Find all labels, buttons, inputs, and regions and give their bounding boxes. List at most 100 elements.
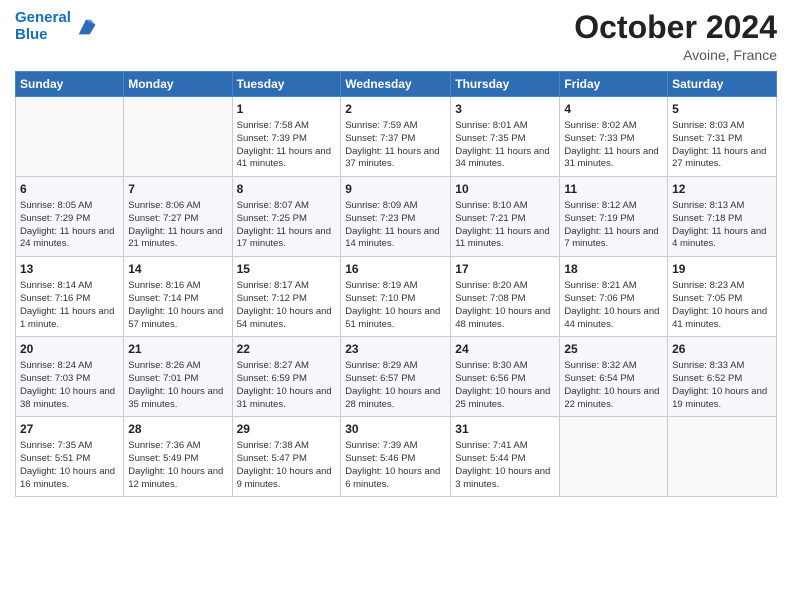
day-info: Sunrise: 8:02 AM Sunset: 7:33 PM Dayligh… [564,120,663,171]
calendar-cell: 28 Sunrise: 7:36 AM Sunset: 5:49 PM Dayli… [124,417,232,497]
title-block: October 2024 Avoine, France [574,10,777,63]
day-number: 21 [128,341,227,358]
location: Avoine, France [574,47,777,63]
day-info: Sunrise: 8:32 AM Sunset: 6:54 PM Dayligh… [564,360,663,411]
calendar-cell: 16 Sunrise: 8:19 AM Sunset: 7:10 PM Dayli… [341,257,451,337]
day-number: 5 [672,101,772,118]
day-number: 30 [345,421,446,438]
day-number: 28 [128,421,227,438]
day-info: Sunrise: 8:01 AM Sunset: 7:35 PM Dayligh… [455,120,555,171]
calendar-cell: 29 Sunrise: 7:38 AM Sunset: 5:47 PM Dayli… [232,417,341,497]
day-number: 13 [20,261,119,278]
day-number: 17 [455,261,555,278]
day-number: 31 [455,421,555,438]
day-info: Sunrise: 8:16 AM Sunset: 7:14 PM Dayligh… [128,280,227,331]
col-header-sunday: Sunday [16,72,124,97]
logo-icon [75,16,97,38]
calendar-cell: 13 Sunrise: 8:14 AM Sunset: 7:16 PM Dayli… [16,257,124,337]
week-row-4: 20 Sunrise: 8:24 AM Sunset: 7:03 PM Dayli… [16,337,777,417]
day-number: 22 [237,341,337,358]
day-info: Sunrise: 8:33 AM Sunset: 6:52 PM Dayligh… [672,360,772,411]
day-info: Sunrise: 8:21 AM Sunset: 7:06 PM Dayligh… [564,280,663,331]
calendar-cell: 26Sunrise: 8:33 AM Sunset: 6:52 PM Dayli… [668,337,777,417]
day-info: Sunrise: 7:41 AM Sunset: 5:44 PM Dayligh… [455,440,555,491]
day-info: Sunrise: 8:09 AM Sunset: 7:23 PM Dayligh… [345,200,446,251]
calendar-cell: 27 Sunrise: 7:35 AM Sunset: 5:51 PM Dayli… [16,417,124,497]
col-header-friday: Friday [560,72,668,97]
day-info: Sunrise: 8:30 AM Sunset: 6:56 PM Dayligh… [455,360,555,411]
calendar-cell: 14 Sunrise: 8:16 AM Sunset: 7:14 PM Dayli… [124,257,232,337]
calendar-cell: 31 Sunrise: 7:41 AM Sunset: 5:44 PM Dayli… [451,417,560,497]
calendar-cell: 18 Sunrise: 8:21 AM Sunset: 7:06 PM Dayli… [560,257,668,337]
day-info: Sunrise: 8:14 AM Sunset: 7:16 PM Dayligh… [20,280,119,331]
col-header-monday: Monday [124,72,232,97]
page: General Blue October 2024 Avoine, France… [0,0,792,612]
day-number: 16 [345,261,446,278]
day-info: Sunrise: 8:17 AM Sunset: 7:12 PM Dayligh… [237,280,337,331]
day-number: 10 [455,181,555,198]
day-info: Sunrise: 8:19 AM Sunset: 7:10 PM Dayligh… [345,280,446,331]
day-info: Sunrise: 8:26 AM Sunset: 7:01 PM Dayligh… [128,360,227,411]
day-info: Sunrise: 8:06 AM Sunset: 7:27 PM Dayligh… [128,200,227,251]
day-info: Sunrise: 8:03 AM Sunset: 7:31 PM Dayligh… [672,120,772,171]
calendar-cell [668,417,777,497]
day-info: Sunrise: 7:36 AM Sunset: 5:49 PM Dayligh… [128,440,227,491]
calendar-cell: 2Sunrise: 7:59 AM Sunset: 7:37 PM Daylig… [341,97,451,177]
calendar-cell: 6Sunrise: 8:05 AM Sunset: 7:29 PM Daylig… [16,177,124,257]
day-number: 14 [128,261,227,278]
calendar-cell: 7Sunrise: 8:06 AM Sunset: 7:27 PM Daylig… [124,177,232,257]
calendar-cell [16,97,124,177]
col-header-saturday: Saturday [668,72,777,97]
calendar-cell: 22 Sunrise: 8:27 AM Sunset: 6:59 PM Dayli… [232,337,341,417]
calendar-cell: 19Sunrise: 8:23 AM Sunset: 7:05 PM Dayli… [668,257,777,337]
calendar-cell: 9Sunrise: 8:09 AM Sunset: 7:23 PM Daylig… [341,177,451,257]
calendar-cell: 1 Sunrise: 7:58 AM Sunset: 7:39 PM Daylig… [232,97,341,177]
col-header-wednesday: Wednesday [341,72,451,97]
calendar-cell [560,417,668,497]
week-row-1: 1 Sunrise: 7:58 AM Sunset: 7:39 PM Daylig… [16,97,777,177]
calendar-cell: 21 Sunrise: 8:26 AM Sunset: 7:01 PM Dayli… [124,337,232,417]
day-info: Sunrise: 7:35 AM Sunset: 5:51 PM Dayligh… [20,440,119,491]
day-info: Sunrise: 8:20 AM Sunset: 7:08 PM Dayligh… [455,280,555,331]
calendar-cell: 23Sunrise: 8:29 AM Sunset: 6:57 PM Dayli… [341,337,451,417]
day-info: Sunrise: 8:27 AM Sunset: 6:59 PM Dayligh… [237,360,337,411]
calendar-cell: 15 Sunrise: 8:17 AM Sunset: 7:12 PM Dayli… [232,257,341,337]
day-info: Sunrise: 8:13 AM Sunset: 7:18 PM Dayligh… [672,200,772,251]
day-info: Sunrise: 7:59 AM Sunset: 7:37 PM Dayligh… [345,120,446,171]
day-info: Sunrise: 7:38 AM Sunset: 5:47 PM Dayligh… [237,440,337,491]
calendar-table: SundayMondayTuesdayWednesdayThursdayFrid… [15,71,777,497]
day-info: Sunrise: 8:10 AM Sunset: 7:21 PM Dayligh… [455,200,555,251]
week-row-2: 6Sunrise: 8:05 AM Sunset: 7:29 PM Daylig… [16,177,777,257]
day-info: Sunrise: 8:24 AM Sunset: 7:03 PM Dayligh… [20,360,119,411]
week-row-3: 13 Sunrise: 8:14 AM Sunset: 7:16 PM Dayli… [16,257,777,337]
calendar-header-row: SundayMondayTuesdayWednesdayThursdayFrid… [16,72,777,97]
calendar-cell: 12 Sunrise: 8:13 AM Sunset: 7:18 PM Dayli… [668,177,777,257]
day-info: Sunrise: 8:05 AM Sunset: 7:29 PM Dayligh… [20,200,119,251]
day-info: Sunrise: 7:58 AM Sunset: 7:39 PM Dayligh… [237,120,337,171]
day-number: 29 [237,421,337,438]
calendar-cell [124,97,232,177]
day-info: Sunrise: 8:07 AM Sunset: 7:25 PM Dayligh… [237,200,337,251]
calendar-cell: 3 Sunrise: 8:01 AM Sunset: 7:35 PM Daylig… [451,97,560,177]
day-number: 1 [237,101,337,118]
day-number: 23 [345,341,446,358]
calendar-cell: 30Sunrise: 7:39 AM Sunset: 5:46 PM Dayli… [341,417,451,497]
day-number: 11 [564,181,663,198]
calendar-cell: 25 Sunrise: 8:32 AM Sunset: 6:54 PM Dayli… [560,337,668,417]
logo-text: General Blue [15,10,71,43]
day-number: 27 [20,421,119,438]
day-number: 18 [564,261,663,278]
day-info: Sunrise: 8:12 AM Sunset: 7:19 PM Dayligh… [564,200,663,251]
day-number: 3 [455,101,555,118]
day-number: 24 [455,341,555,358]
day-number: 12 [672,181,772,198]
day-number: 4 [564,101,663,118]
day-number: 20 [20,341,119,358]
day-number: 25 [564,341,663,358]
day-number: 8 [237,181,337,198]
col-header-thursday: Thursday [451,72,560,97]
week-row-5: 27 Sunrise: 7:35 AM Sunset: 5:51 PM Dayli… [16,417,777,497]
calendar-cell: 5 Sunrise: 8:03 AM Sunset: 7:31 PM Daylig… [668,97,777,177]
header: General Blue October 2024 Avoine, France [15,10,777,63]
day-number: 15 [237,261,337,278]
